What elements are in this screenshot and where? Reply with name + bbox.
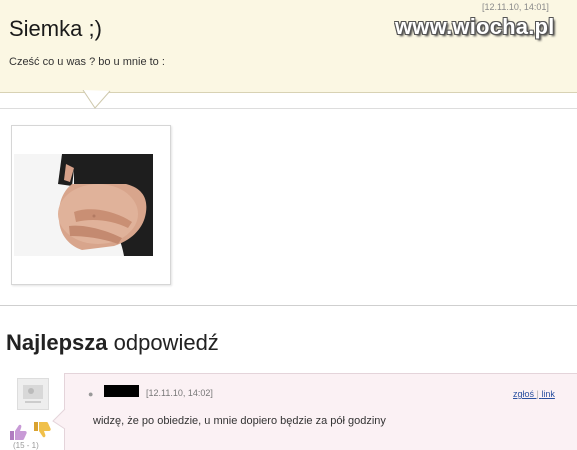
report-link[interactable]: zgłoś (513, 389, 534, 399)
question-timestamp: [12.11.10, 14:01] (482, 2, 549, 12)
answer-timestamp: [12.11.10, 14:02] (146, 388, 213, 398)
answer-links: zgłoś | link (513, 389, 555, 399)
pregnant-belly-photo[interactable] (14, 154, 153, 256)
thumbs-down-icon[interactable] (32, 421, 52, 439)
watermark-logo: www.wiocha.pl (395, 14, 555, 39)
avatar[interactable] (17, 378, 49, 410)
bullet-icon: ● (88, 389, 94, 399)
vote-counts: (15 - 1) (13, 441, 39, 450)
answer-text: widzę, że po obiedzie, u mnie dopiero bę… (93, 415, 386, 427)
answer-bubble-tail (52, 409, 66, 430)
question-body: Cześć co u was ? bo u mnie to : (9, 56, 165, 68)
permalink-link[interactable]: link (541, 389, 555, 399)
speech-bubble-tail (82, 90, 111, 109)
best-answer-heading: Najlepsza odpowiedź (6, 330, 219, 355)
thumbs-up-icon[interactable] (8, 423, 28, 441)
redacted-username (104, 385, 139, 397)
answer-box (64, 373, 577, 450)
question-title: Siemka ;) (9, 16, 102, 41)
